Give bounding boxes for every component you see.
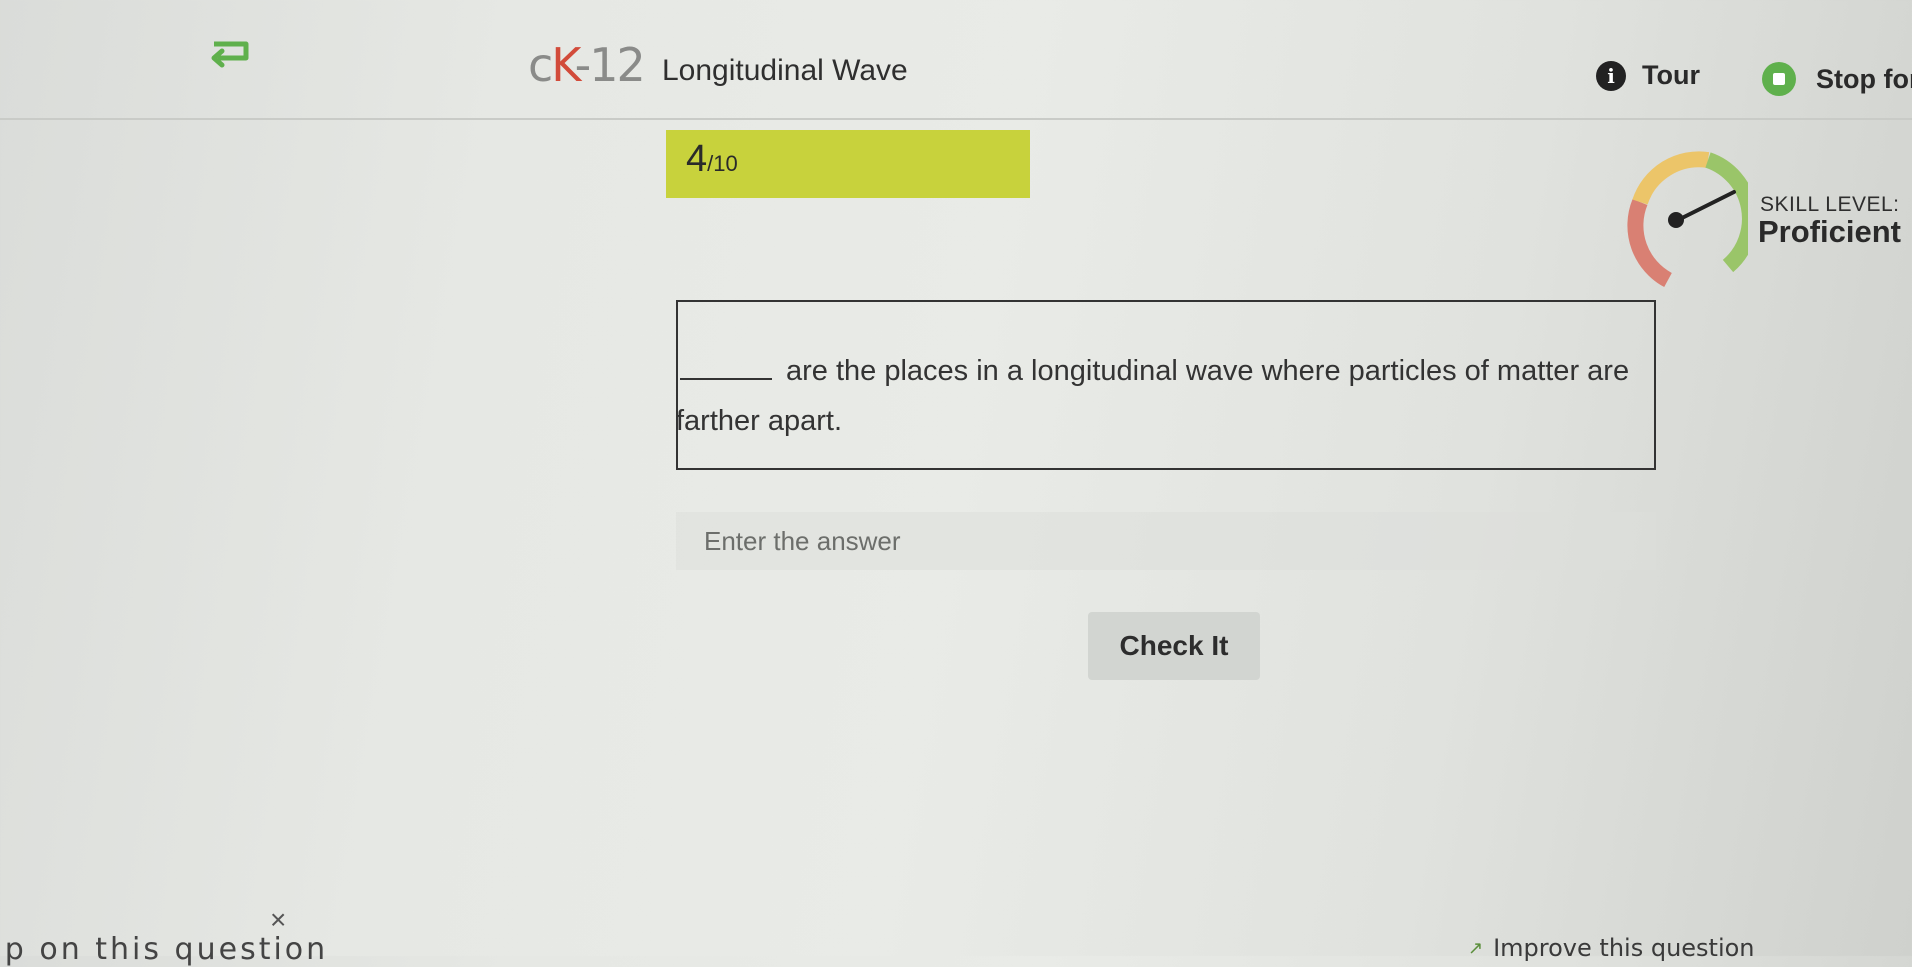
progress-count: 4/10 xyxy=(686,138,738,181)
ck12-logo[interactable]: cK-12 xyxy=(528,38,646,92)
logo-c: c xyxy=(528,38,553,92)
logo-k: K xyxy=(551,38,576,92)
skill-gauge-icon xyxy=(1616,148,1758,288)
stop-icon xyxy=(1762,62,1796,96)
question-box: are the places in a longitudinal wave wh… xyxy=(676,300,1656,470)
info-icon: i xyxy=(1596,60,1626,91)
trend-line-icon: ↗ xyxy=(1468,937,1484,958)
answer-blank xyxy=(680,378,772,380)
check-it-button[interactable]: Check It xyxy=(1088,612,1260,680)
progress-current: 4 xyxy=(686,138,708,180)
question-progress: 4/10 xyxy=(666,130,1030,198)
logo-number: -12 xyxy=(574,38,646,92)
top-bar: cK-12 Longitudinal Wave i Tour Stop for xyxy=(0,0,1912,120)
improve-question-link[interactable]: ↗ Improve this question xyxy=(1468,934,1755,962)
return-arrow-icon[interactable] xyxy=(208,36,252,70)
stop-label: Stop for xyxy=(1816,63,1912,94)
close-icon[interactable]: × xyxy=(270,906,286,934)
tour-label: Tour xyxy=(1642,60,1700,90)
concept-title: Longitudinal Wave xyxy=(662,54,908,87)
question-body: are the places in a longitudinal wave wh… xyxy=(676,355,1630,437)
progress-total: /10 xyxy=(707,151,738,176)
tour-button[interactable]: i Tour xyxy=(1596,60,1700,91)
help-on-question-link[interactable]: elp on this question xyxy=(0,932,328,967)
question-text: are the places in a longitudinal wave wh… xyxy=(676,346,1636,446)
improve-question-label: Improve this question xyxy=(1493,934,1755,962)
skill-level-value: Proficient xyxy=(1758,214,1901,249)
stop-button[interactable]: Stop for xyxy=(1762,62,1912,96)
answer-input[interactable] xyxy=(676,512,1656,570)
